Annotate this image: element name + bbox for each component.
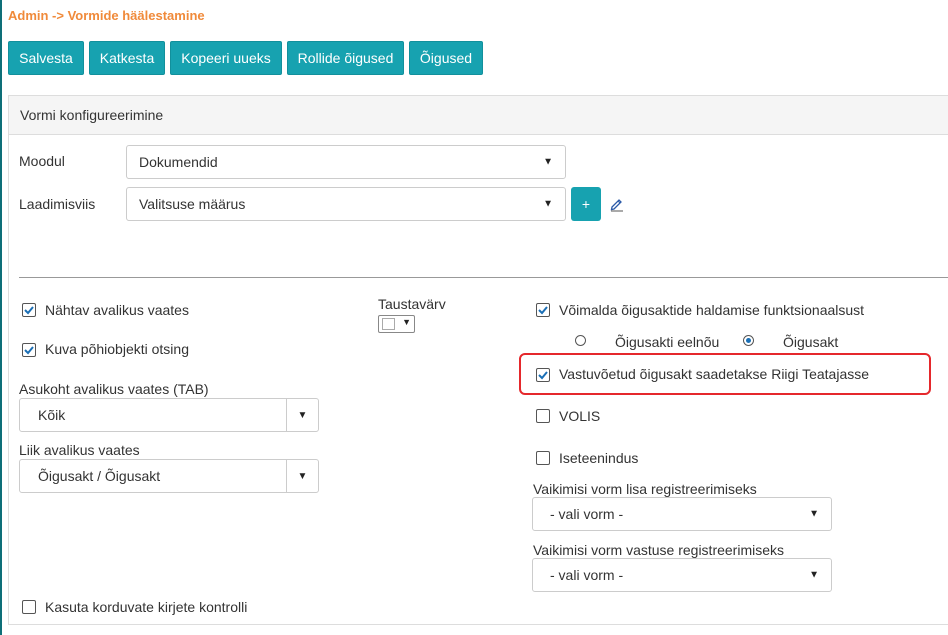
default-form-reply-select[interactable]: - vali vorm - ▼ [532, 558, 832, 592]
add-method-button[interactable]: + [571, 187, 601, 221]
enable-legal-acts-checkbox[interactable] [536, 303, 550, 317]
chevron-down-icon: ▼ [286, 460, 318, 492]
chevron-down-icon: ▼ [543, 198, 553, 210]
tab-location-select[interactable]: Kõik ▼ [19, 398, 319, 432]
self-service-checkbox[interactable] [536, 451, 550, 465]
method-select[interactable]: Valitsuse määrus ▼ [126, 187, 566, 221]
default-form-reply-label: Vaikimisi vorm vastuse registreerimiseks [533, 542, 785, 558]
self-service-label: Iseteenindus [559, 450, 639, 466]
enable-legal-acts-label: Võimalda õigusaktide haldamise funktsion… [559, 302, 865, 318]
visible-public-checkbox[interactable] [22, 303, 36, 317]
bg-color-picker[interactable]: ▼ [378, 315, 415, 333]
type-public-label: Liik avalikus vaates [19, 442, 140, 458]
type-public-select[interactable]: Õigusakt / Õigusakt ▼ [19, 459, 319, 493]
window-frame-edge [0, 0, 2, 635]
method-select-value: Valitsuse määrus [139, 196, 246, 212]
check-icon [24, 306, 34, 315]
type-public-value: Õigusakt / Õigusakt [38, 468, 161, 484]
module-select[interactable]: Dokumendid ▼ [126, 145, 566, 179]
volis-checkbox[interactable] [536, 409, 550, 423]
color-swatch [382, 318, 395, 330]
check-icon [538, 306, 548, 315]
visible-public-label: Nähtav avalikus vaates [45, 302, 189, 318]
rights-button[interactable]: Õigused [409, 41, 483, 75]
chevron-down-icon: ▼ [809, 569, 819, 581]
radio-act[interactable] [743, 335, 754, 346]
check-icon [24, 346, 34, 355]
duplicate-check-label: Kasuta korduvate kirjete kontrolli [45, 599, 248, 615]
volis-label: VOLIS [559, 408, 601, 424]
method-label: Laadimisviis [19, 196, 96, 212]
module-select-value: Dokumendid [139, 154, 218, 170]
panel-title: Vormi konfigureerimine [20, 107, 164, 123]
section-divider [19, 277, 948, 278]
show-main-object-search-checkbox[interactable] [22, 343, 36, 357]
default-form-add-select[interactable]: - vali vorm - ▼ [532, 497, 832, 531]
tab-location-label: Asukoht avalikus vaates (TAB) [19, 381, 209, 397]
copy-new-button[interactable]: Kopeeri uueks [170, 41, 282, 75]
radio-act-label: Õigusakt [783, 334, 839, 350]
chevron-down-icon: ▼ [543, 156, 553, 168]
role-rights-button[interactable]: Rollide õigused [287, 41, 404, 75]
chevron-down-icon: ▼ [402, 317, 411, 327]
chevron-down-icon: ▼ [809, 508, 819, 520]
breadcrumb: Admin -> Vormide häälestamine [8, 8, 205, 23]
default-form-add-value: - vali vorm - [550, 506, 624, 522]
default-form-reply-value: - vali vorm - [550, 567, 624, 583]
cancel-button[interactable]: Katkesta [89, 41, 165, 75]
chevron-down-icon: ▼ [286, 399, 318, 431]
radio-draft-label: Õigusakti eelnõu [615, 334, 720, 350]
send-to-rt-checkbox[interactable] [536, 368, 550, 382]
bg-color-label: Taustavärv [378, 296, 446, 312]
duplicate-check-checkbox[interactable] [22, 600, 36, 614]
show-main-object-search-label: Kuva põhiobjekti otsing [45, 341, 189, 357]
tab-location-value: Kõik [38, 407, 66, 423]
edit-icon[interactable] [609, 196, 625, 212]
default-form-add-label: Vaikimisi vorm lisa registreerimiseks [533, 481, 757, 497]
send-to-rt-label: Vastuvõetud õigusakt saadetakse Riigi Te… [559, 366, 870, 382]
radio-draft[interactable] [575, 335, 586, 346]
save-button[interactable]: Salvesta [8, 41, 84, 75]
check-icon [538, 371, 548, 380]
module-label: Moodul [19, 153, 65, 169]
